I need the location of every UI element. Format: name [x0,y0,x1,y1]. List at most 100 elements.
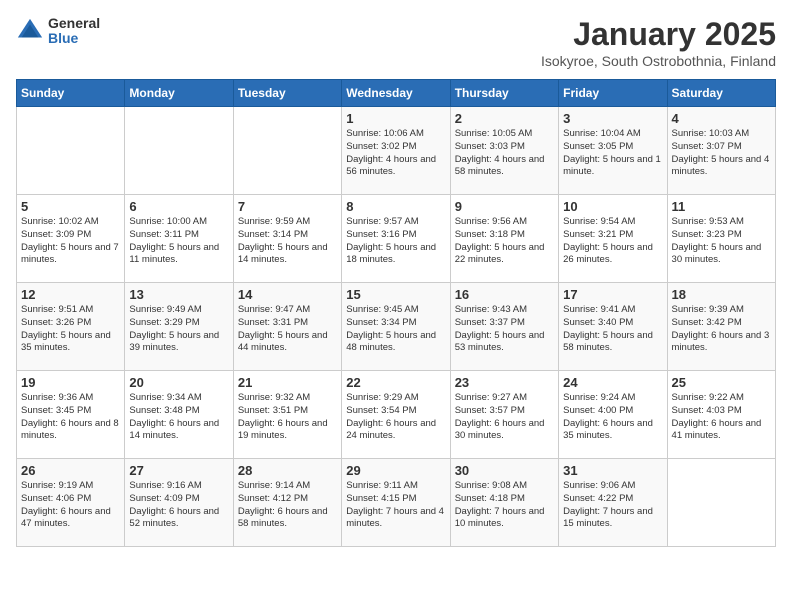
day-number: 16 [455,287,554,302]
day-number: 1 [346,111,445,126]
calendar-cell: 17Sunrise: 9:41 AM Sunset: 3:40 PM Dayli… [559,283,667,371]
day-info: Sunrise: 9:14 AM Sunset: 4:12 PM Dayligh… [238,480,337,531]
calendar-cell: 6Sunrise: 10:00 AM Sunset: 3:11 PM Dayli… [125,195,233,283]
week-row-2: 5 Sunrise: 10:02 AM Sunset: 3:09 PM Dayli… [17,195,776,283]
calendar-cell: 26 Sunrise: 9:19 AM Sunset: 4:06 PM Dayli… [17,459,125,547]
calendar-cell: 24Sunrise: 9:24 AM Sunset: 4:00 PM Dayli… [559,371,667,459]
day-info: Sunrise: 9:57 AM Sunset: 3:16 PM Dayligh… [346,216,445,267]
day-number: 29 [346,463,445,478]
day-info: Sunrise: 9:24 AM Sunset: 4:00 PM Dayligh… [563,392,662,443]
day-info: Sunrise: 9:56 AM Sunset: 3:18 PM Dayligh… [455,216,554,267]
title-block: January 2025 Isokyroe, South Ostrobothni… [541,16,776,69]
week-row-4: 19 Sunrise: 9:36 AM Sunset: 3:45 PM Dayli… [17,371,776,459]
calendar-cell: 25Sunrise: 9:22 AM Sunset: 4:03 PM Dayli… [667,371,775,459]
day-number: 18 [672,287,771,302]
day-number: 30 [455,463,554,478]
day-header-thursday: Thursday [450,80,558,107]
day-info: Sunrise: 9:41 AM Sunset: 3:40 PM Dayligh… [563,304,662,355]
day-info: Sunrise: 9:36 AM Sunset: 3:45 PM Dayligh… [21,392,120,443]
logo: General Blue [16,16,100,47]
calendar-cell [125,107,233,195]
calendar-cell: 15Sunrise: 9:45 AM Sunset: 3:34 PM Dayli… [342,283,450,371]
day-number: 12 [21,287,120,302]
calendar-cell: 30 Sunrise: 9:08 AM Sunset: 4:18 PM Dayli… [450,459,558,547]
day-number: 11 [672,199,771,214]
logo-blue: Blue [48,31,100,46]
day-header-friday: Friday [559,80,667,107]
day-info: Sunrise: 9:11 AM Sunset: 4:15 PM Dayligh… [346,480,445,531]
calendar-title: January 2025 [541,16,776,53]
calendar-header: SundayMondayTuesdayWednesdayThursdayFrid… [17,80,776,107]
day-number: 20 [129,375,228,390]
logo-icon [16,17,44,45]
day-number: 27 [129,463,228,478]
calendar-cell: 5 Sunrise: 10:02 AM Sunset: 3:09 PM Dayli… [17,195,125,283]
day-header-tuesday: Tuesday [233,80,341,107]
calendar-cell: 16Sunrise: 9:43 AM Sunset: 3:37 PM Dayli… [450,283,558,371]
day-info: Sunrise: 9:08 AM Sunset: 4:18 PM Dayligh… [455,480,554,531]
calendar-table: SundayMondayTuesdayWednesdayThursdayFrid… [16,79,776,547]
calendar-cell: 23 Sunrise: 9:27 AM Sunset: 3:57 PM Dayli… [450,371,558,459]
calendar-cell: 19 Sunrise: 9:36 AM Sunset: 3:45 PM Dayli… [17,371,125,459]
day-info: Sunrise: 9:27 AM Sunset: 3:57 PM Dayligh… [455,392,554,443]
calendar-cell: 4 Sunrise: 10:03 AM Sunset: 3:07 PM Dayli… [667,107,775,195]
week-row-3: 12 Sunrise: 9:51 AM Sunset: 3:26 PM Dayli… [17,283,776,371]
calendar-cell: 28 Sunrise: 9:14 AM Sunset: 4:12 PM Dayli… [233,459,341,547]
calendar-cell: 29 Sunrise: 9:11 AM Sunset: 4:15 PM Dayli… [342,459,450,547]
calendar-cell [233,107,341,195]
week-row-1: 1 Sunrise: 10:06 AM Sunset: 3:02 PM Dayli… [17,107,776,195]
day-info: Sunrise: 9:47 AM Sunset: 3:31 PM Dayligh… [238,304,337,355]
calendar-cell: 14 Sunrise: 9:47 AM Sunset: 3:31 PM Dayli… [233,283,341,371]
day-info: Sunrise: 9:51 AM Sunset: 3:26 PM Dayligh… [21,304,120,355]
day-number: 21 [238,375,337,390]
calendar-cell: 9Sunrise: 9:56 AM Sunset: 3:18 PM Daylig… [450,195,558,283]
day-info: Sunrise: 9:29 AM Sunset: 3:54 PM Dayligh… [346,392,445,443]
day-number: 14 [238,287,337,302]
day-header-wednesday: Wednesday [342,80,450,107]
day-info: Sunrise: 9:39 AM Sunset: 3:42 PM Dayligh… [672,304,771,355]
day-info: Sunrise: 9:34 AM Sunset: 3:48 PM Dayligh… [129,392,228,443]
calendar-cell: 18 Sunrise: 9:39 AM Sunset: 3:42 PM Dayli… [667,283,775,371]
logo-text: General Blue [48,16,100,47]
day-number: 6 [129,199,228,214]
day-number: 22 [346,375,445,390]
page-header: General Blue January 2025 Isokyroe, Sout… [16,16,776,69]
calendar-cell: 27 Sunrise: 9:16 AM Sunset: 4:09 PM Dayli… [125,459,233,547]
day-info: Sunrise: 9:06 AM Sunset: 4:22 PM Dayligh… [563,480,662,531]
day-info: Sunrise: 9:16 AM Sunset: 4:09 PM Dayligh… [129,480,228,531]
day-info: Sunrise: 10:06 AM Sunset: 3:02 PM Daylig… [346,128,445,179]
calendar-cell: 8 Sunrise: 9:57 AM Sunset: 3:16 PM Daylig… [342,195,450,283]
day-number: 5 [21,199,120,214]
calendar-cell: 20 Sunrise: 9:34 AM Sunset: 3:48 PM Dayli… [125,371,233,459]
day-number: 26 [21,463,120,478]
calendar-cell: 22 Sunrise: 9:29 AM Sunset: 3:54 PM Dayli… [342,371,450,459]
day-number: 19 [21,375,120,390]
day-number: 2 [455,111,554,126]
calendar-cell: 12 Sunrise: 9:51 AM Sunset: 3:26 PM Dayli… [17,283,125,371]
logo-general: General [48,16,100,31]
day-info: Sunrise: 9:32 AM Sunset: 3:51 PM Dayligh… [238,392,337,443]
day-number: 31 [563,463,662,478]
day-number: 8 [346,199,445,214]
day-info: Sunrise: 9:53 AM Sunset: 3:23 PM Dayligh… [672,216,771,267]
calendar-cell [667,459,775,547]
week-row-5: 26 Sunrise: 9:19 AM Sunset: 4:06 PM Dayli… [17,459,776,547]
day-number: 23 [455,375,554,390]
day-number: 7 [238,199,337,214]
day-info: Sunrise: 9:19 AM Sunset: 4:06 PM Dayligh… [21,480,120,531]
calendar-subtitle: Isokyroe, South Ostrobothnia, Finland [541,53,776,69]
day-number: 28 [238,463,337,478]
day-number: 4 [672,111,771,126]
day-info: Sunrise: 10:03 AM Sunset: 3:07 PM Daylig… [672,128,771,179]
calendar-body: 1 Sunrise: 10:06 AM Sunset: 3:02 PM Dayli… [17,107,776,547]
calendar-cell: 2Sunrise: 10:05 AM Sunset: 3:03 PM Dayli… [450,107,558,195]
day-info: Sunrise: 9:45 AM Sunset: 3:34 PM Dayligh… [346,304,445,355]
calendar-cell: 1 Sunrise: 10:06 AM Sunset: 3:02 PM Dayli… [342,107,450,195]
day-info: Sunrise: 9:59 AM Sunset: 3:14 PM Dayligh… [238,216,337,267]
day-info: Sunrise: 9:22 AM Sunset: 4:03 PM Dayligh… [672,392,771,443]
day-info: Sunrise: 10:04 AM Sunset: 3:05 PM Daylig… [563,128,662,179]
calendar-cell: 3Sunrise: 10:04 AM Sunset: 3:05 PM Dayli… [559,107,667,195]
day-number: 13 [129,287,228,302]
calendar-cell: 7 Sunrise: 9:59 AM Sunset: 3:14 PM Daylig… [233,195,341,283]
day-info: Sunrise: 10:02 AM Sunset: 3:09 PM Daylig… [21,216,120,267]
